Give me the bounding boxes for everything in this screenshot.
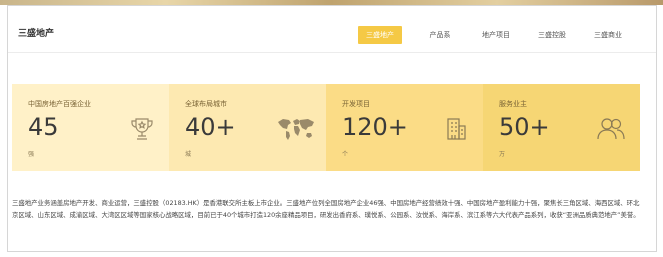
section-nav: 三盛地产 产品系 地产项目 三盛控股 三盛商业 — [358, 26, 636, 44]
stat-label: 全球布局城市 — [185, 100, 227, 108]
stat-value: 50+ — [499, 113, 550, 141]
tab-sansheng-holdings[interactable]: 三盛控股 — [524, 26, 580, 44]
trophy-icon — [131, 118, 153, 140]
company-description: 三盛地产业务涵盖房地产开发、商业运营，三盛控股（02183.HK）是香港联交所主… — [12, 199, 640, 219]
stat-card-cities: 全球布局城市 40+ 城 — [169, 84, 326, 171]
tab-sansheng-property[interactable]: 三盛地产 — [358, 26, 402, 44]
stat-unit: 个 — [342, 151, 349, 158]
stat-unit: 万 — [499, 151, 506, 158]
stats-row: 中国房地产百强企业 45 强 全球布局城市 40+ 城 开发项目 120+ 个 — [12, 84, 640, 171]
stat-value: 45 — [28, 113, 59, 141]
stat-label: 中国房地产百强企业 — [28, 100, 91, 108]
stat-card-owners: 服务业主 50+ 万 — [483, 84, 640, 171]
world-map-icon — [278, 119, 314, 140]
tab-product-series[interactable]: 产品系 — [412, 26, 468, 44]
stat-value: 120+ — [342, 113, 408, 141]
header-divider — [8, 52, 656, 53]
brand-title: 三盛地产 — [18, 29, 55, 39]
stat-unit: 强 — [28, 151, 35, 158]
users-icon — [597, 118, 625, 140]
stat-card-ranking: 中国房地产百强企业 45 强 — [12, 84, 169, 171]
stat-value: 40+ — [185, 113, 236, 141]
building-icon — [447, 118, 466, 140]
stat-label: 开发项目 — [342, 100, 370, 108]
stat-unit: 城 — [185, 151, 192, 158]
stat-card-projects: 开发项目 120+ 个 — [326, 84, 483, 171]
tab-property-projects[interactable]: 地产项目 — [468, 26, 524, 44]
tab-sansheng-commercial[interactable]: 三盛商业 — [580, 26, 636, 44]
stat-label: 服务业主 — [499, 100, 527, 108]
